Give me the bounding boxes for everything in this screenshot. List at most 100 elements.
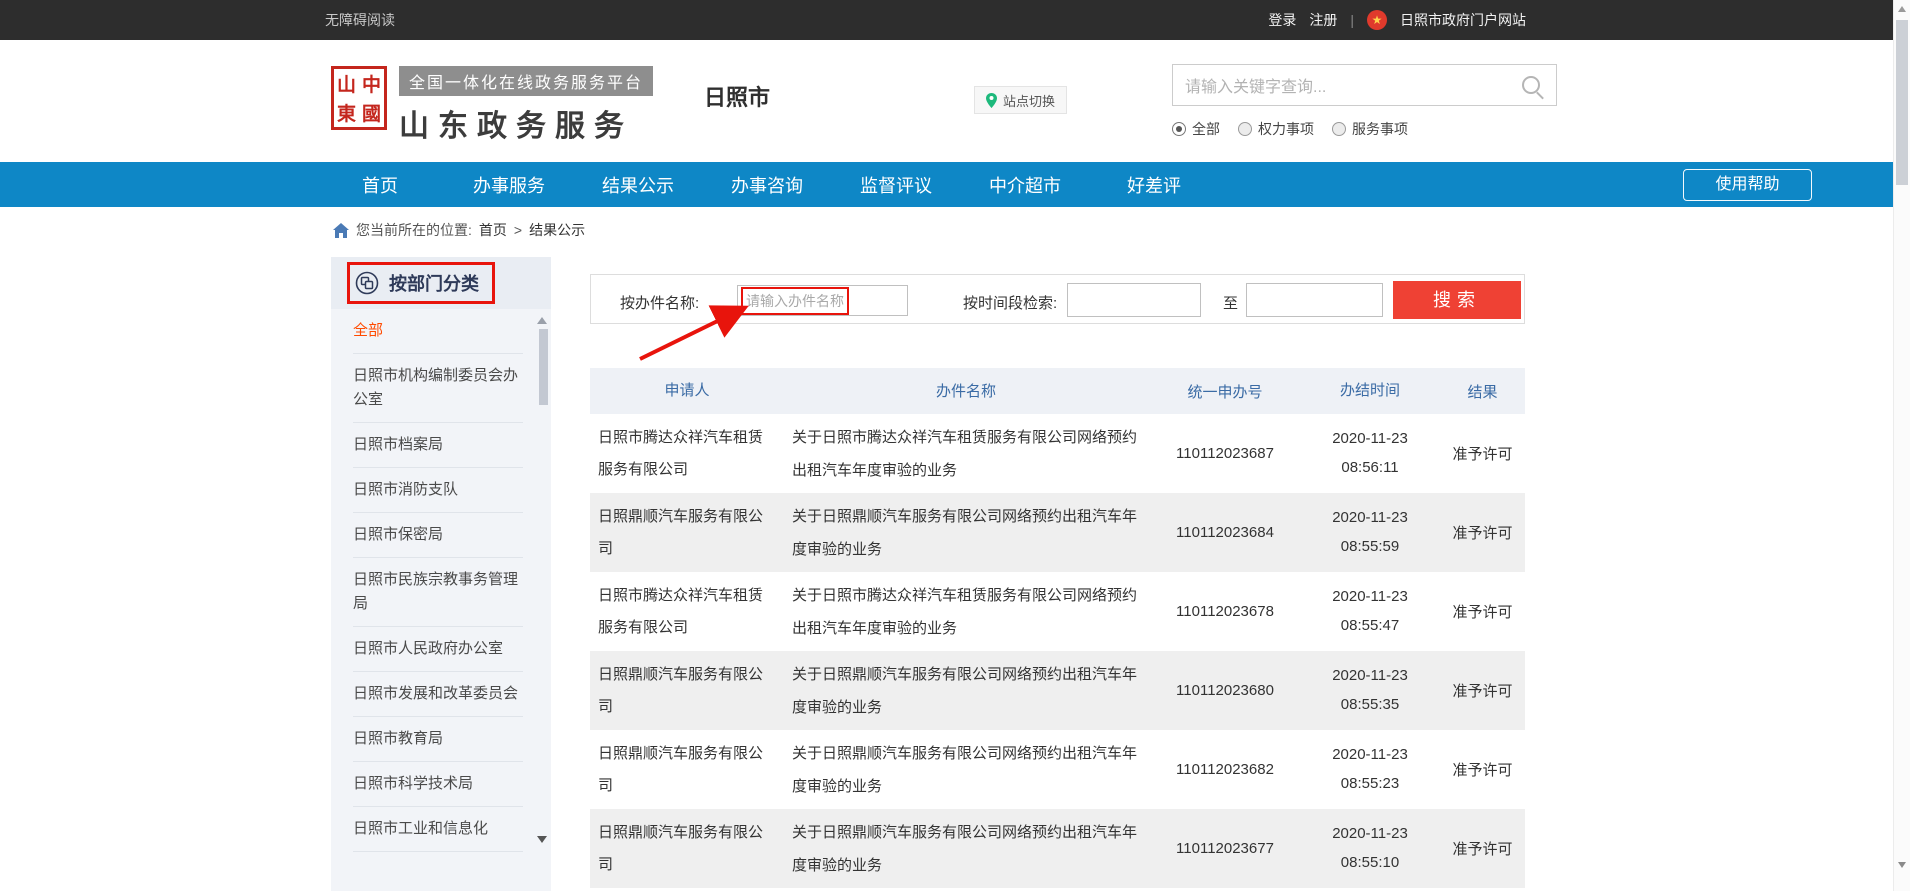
keyword-search-input[interactable]: 请输入关键字查询... bbox=[1172, 64, 1557, 106]
finish-clock: 08:55:10 bbox=[1300, 849, 1440, 878]
cell-finish-time: 2020-11-2308:55:10 bbox=[1300, 820, 1440, 877]
nav-item-6[interactable]: 好差评 bbox=[1104, 172, 1204, 198]
radio-icon[interactable] bbox=[1238, 122, 1252, 136]
scroll-down-icon[interactable] bbox=[1898, 862, 1906, 868]
finish-clock: 08:55:59 bbox=[1300, 533, 1440, 562]
portal-link[interactable]: 日照市政府门户网站 bbox=[1400, 10, 1526, 30]
nav-item-3[interactable]: 办事咨询 bbox=[717, 172, 817, 198]
search-placeholder: 请输入关键字查询... bbox=[1185, 73, 1522, 97]
cell-number: 110112023677 bbox=[1150, 840, 1300, 857]
topbar: 无障碍阅读 登录 注册 | ★ 日照市政府门户网站 bbox=[0, 0, 1910, 40]
column-header-4: 结果 bbox=[1440, 381, 1525, 402]
seal-char: 中 bbox=[362, 70, 381, 97]
home-icon bbox=[333, 223, 349, 238]
sidebar-scrollbar-thumb[interactable] bbox=[539, 329, 548, 405]
login-link[interactable]: 登录 bbox=[1268, 10, 1296, 30]
to-label: 至 bbox=[1223, 292, 1238, 313]
radio-label: 全部 bbox=[1192, 119, 1220, 139]
sidebar-item-7[interactable]: 日照市发展和改革委员会 bbox=[353, 672, 523, 717]
search-icon[interactable] bbox=[1522, 76, 1540, 94]
seal-char: 東 bbox=[337, 99, 356, 126]
scope-radio-2[interactable]: 服务事项 bbox=[1332, 119, 1408, 139]
search-button[interactable]: 搜索 bbox=[1393, 281, 1521, 319]
finish-date: 2020-11-23 bbox=[1300, 662, 1440, 691]
cell-title: 关于日照鼎顺汽车服务有限公司网络预约出租汽车年度审验的业务 bbox=[790, 737, 1150, 803]
sidebar-item-4[interactable]: 日照市保密局 bbox=[353, 513, 523, 558]
scrollbar-thumb[interactable] bbox=[1896, 20, 1908, 185]
cell-finish-time: 2020-11-2308:55:59 bbox=[1300, 504, 1440, 561]
nav-item-4[interactable]: 监督评议 bbox=[846, 172, 946, 198]
nav-item-2[interactable]: 结果公示 bbox=[588, 172, 688, 198]
cell-finish-time: 2020-11-2308:55:35 bbox=[1300, 662, 1440, 719]
sidebar-item-2[interactable]: 日照市档案局 bbox=[353, 423, 523, 468]
sidebar-item-3[interactable]: 日照市消防支队 bbox=[353, 468, 523, 513]
sidebar-item-6[interactable]: 日照市人民政府办公室 bbox=[353, 627, 523, 672]
table-row[interactable]: 日照鼎顺汽车服务有限公司关于日照鼎顺汽车服务有限公司网络预约出租汽车年度审验的业… bbox=[590, 493, 1525, 572]
name-placeholder-annotated: 请输入办件名称 bbox=[741, 287, 849, 315]
help-button[interactable]: 使用帮助 bbox=[1683, 169, 1812, 201]
sidebar-item-8[interactable]: 日照市教育局 bbox=[353, 717, 523, 762]
column-header-1: 办件名称 bbox=[790, 375, 1150, 408]
site-switch-button[interactable]: 站点切换 bbox=[974, 86, 1067, 114]
main-nav: 首页 办事服务 结果公示 办事咨询 监督评议 中介超市 好差评 使用帮助 bbox=[0, 162, 1910, 207]
sidebar-scroll-up-icon[interactable] bbox=[537, 317, 547, 324]
scope-radio-0[interactable]: 全部 bbox=[1172, 119, 1220, 139]
radio-selected-icon[interactable] bbox=[1172, 122, 1186, 136]
nav-items: 首页 办事服务 结果公示 办事咨询 监督评议 中介超市 好差评 bbox=[330, 172, 1233, 198]
finish-date: 2020-11-23 bbox=[1300, 741, 1440, 770]
finish-clock: 08:55:47 bbox=[1300, 612, 1440, 641]
search-panel: 请输入关键字查询... 全部 权力事项 服务事项 bbox=[1172, 64, 1557, 139]
column-header-3: 办结时间 bbox=[1300, 377, 1440, 406]
cell-applicant: 日照市腾达众祥汽车租赁服务有限公司 bbox=[590, 580, 790, 643]
item-name-input[interactable]: 请输入办件名称 bbox=[737, 285, 908, 316]
cell-applicant: 日照鼎顺汽车服务有限公司 bbox=[590, 501, 790, 564]
sidebar-item-5[interactable]: 日照市民族宗教事务管理局 bbox=[353, 558, 523, 627]
sidebar-header: 按部门分类 bbox=[331, 257, 551, 309]
cell-result: 准予许可 bbox=[1440, 759, 1525, 780]
department-sidebar: 按部门分类 全部日照市机构编制委员会办公室日照市档案局日照市消防支队日照市保密局… bbox=[331, 257, 551, 891]
breadcrumb-home-link[interactable]: 首页 bbox=[479, 220, 507, 240]
table-row[interactable]: 日照鼎顺汽车服务有限公司关于日照鼎顺汽车服务有限公司网络预约出租汽车年度审验的业… bbox=[590, 809, 1525, 888]
logo-text: 全国一体化在线政务服务平台 山东政务服务 bbox=[399, 66, 653, 145]
seal-logo-icon: 山 中 東 國 bbox=[331, 66, 387, 130]
scope-radio-1[interactable]: 权力事项 bbox=[1238, 119, 1314, 139]
cell-number: 110112023682 bbox=[1150, 761, 1300, 778]
table-row[interactable]: 日照市腾达众祥汽车租赁服务有限公司关于日照市腾达众祥汽车租赁服务有限公司网络预约… bbox=[590, 572, 1525, 651]
sidebar-item-0[interactable]: 全部 bbox=[353, 309, 523, 354]
finish-clock: 08:55:23 bbox=[1300, 770, 1440, 799]
finish-date: 2020-11-23 bbox=[1300, 820, 1440, 849]
cell-result: 准予许可 bbox=[1440, 680, 1525, 701]
table-row[interactable]: 日照鼎顺汽车服务有限公司关于日照鼎顺汽车服务有限公司网络预约出租汽车年度审验的业… bbox=[590, 651, 1525, 730]
sidebar-title: 按部门分类 bbox=[389, 270, 479, 296]
table-header-row: 申请人办件名称统一申办号办结时间结果 bbox=[590, 368, 1525, 414]
scroll-up-icon[interactable] bbox=[1898, 6, 1906, 12]
sidebar-scroll-down-icon[interactable] bbox=[537, 836, 547, 843]
sidebar-item-10[interactable]: 日照市工业和信息化 bbox=[353, 807, 523, 852]
radio-icon[interactable] bbox=[1332, 122, 1346, 136]
nav-item-5[interactable]: 中介超市 bbox=[975, 172, 1075, 198]
page-scrollbar[interactable] bbox=[1893, 0, 1910, 891]
sidebar-item-9[interactable]: 日照市科学技术局 bbox=[353, 762, 523, 807]
radio-label: 服务事项 bbox=[1352, 119, 1408, 139]
breadcrumb-current: 结果公示 bbox=[529, 220, 585, 240]
nav-item-0[interactable]: 首页 bbox=[330, 172, 430, 198]
register-link[interactable]: 注册 bbox=[1309, 10, 1337, 30]
name-filter-label: 按办件名称: bbox=[620, 292, 699, 313]
finish-date: 2020-11-23 bbox=[1300, 583, 1440, 612]
nav-item-1[interactable]: 办事服务 bbox=[459, 172, 559, 198]
platform-banner: 全国一体化在线政务服务平台 bbox=[399, 66, 653, 96]
breadcrumb: 您当前所在的位置: 首页 > 结果公示 bbox=[0, 207, 1910, 253]
date-to-input[interactable] bbox=[1246, 283, 1383, 317]
sidebar-item-1[interactable]: 日照市机构编制委员会办公室 bbox=[353, 354, 523, 423]
site-logo[interactable]: 山 中 東 國 全国一体化在线政务服务平台 山东政务服务 bbox=[331, 66, 653, 145]
cell-applicant: 日照鼎顺汽车服务有限公司 bbox=[590, 738, 790, 801]
date-from-input[interactable] bbox=[1067, 283, 1201, 317]
accessibility-link[interactable]: 无障碍阅读 bbox=[325, 10, 395, 30]
table-row[interactable]: 日照市腾达众祥汽车租赁服务有限公司关于日照市腾达众祥汽车租赁服务有限公司网络预约… bbox=[590, 414, 1525, 493]
time-filter-label: 按时间段检索: bbox=[963, 292, 1057, 313]
cell-finish-time: 2020-11-2308:56:11 bbox=[1300, 425, 1440, 482]
radio-label: 权力事项 bbox=[1258, 119, 1314, 139]
column-header-2: 统一申办号 bbox=[1150, 381, 1300, 402]
table-row[interactable]: 日照鼎顺汽车服务有限公司关于日照鼎顺汽车服务有限公司网络预约出租汽车年度审验的业… bbox=[590, 730, 1525, 809]
filter-bar: 按办件名称: 请输入办件名称 按时间段检索: 至 搜索 bbox=[590, 274, 1525, 324]
